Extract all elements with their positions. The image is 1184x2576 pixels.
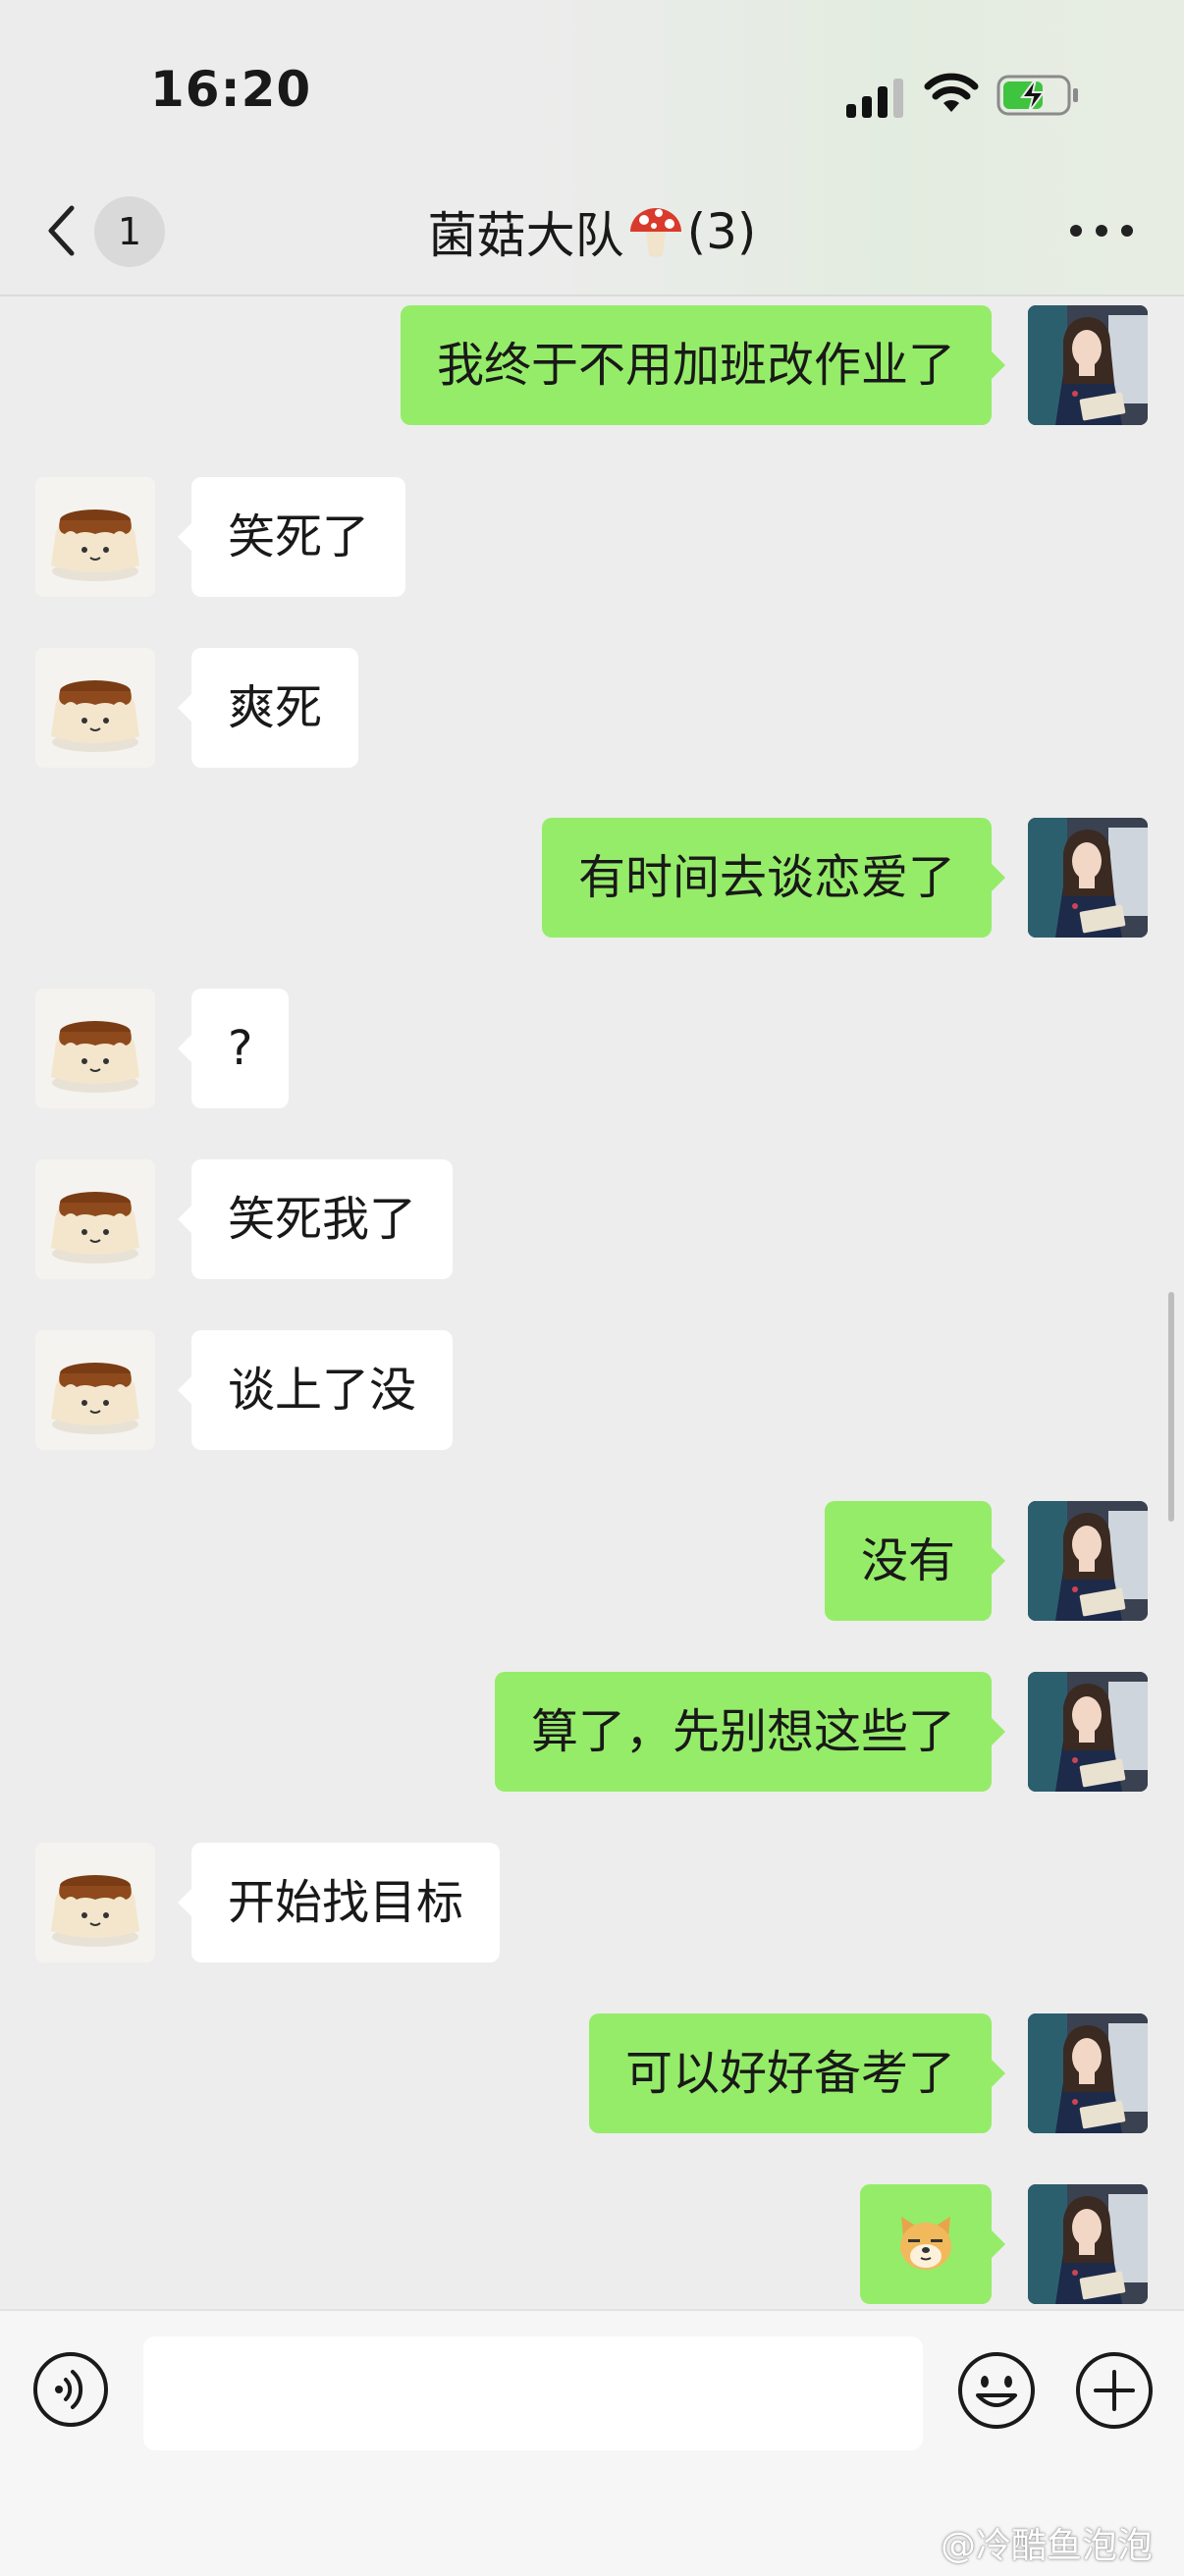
message-bubble[interactable]: 开始找目标 — [177, 1843, 501, 1962]
battery-charging-icon — [996, 75, 1078, 116]
wifi-icon — [924, 73, 979, 112]
message-sent: 我终于不用加班改作业了 — [0, 305, 1184, 425]
message-received: 爽死 — [0, 648, 1184, 768]
message-sent: 有时间去谈恋爱了 — [0, 818, 1184, 938]
doge-emoji-icon — [900, 2217, 951, 2270]
message-received: 开始找目标 — [0, 1843, 1184, 1962]
message-sent — [0, 2184, 1184, 2304]
avatar-self[interactable] — [1028, 1672, 1148, 1792]
scrollbar-thumb[interactable] — [1168, 1292, 1174, 1522]
message-received: 笑死了 — [0, 477, 1184, 597]
message-bubble[interactable]: 谈上了没 — [177, 1330, 454, 1450]
chat-title-name: 菌菇大队 — [427, 207, 624, 264]
message-sent: 算了，先别想这些了 — [0, 1672, 1184, 1792]
voice-icon[interactable] — [31, 2350, 110, 2429]
chevron-left-icon — [48, 205, 75, 256]
message-bubble[interactable]: 可以好好备考了 — [588, 2013, 1006, 2133]
avatar-self[interactable] — [1028, 305, 1148, 425]
plus-icon[interactable] — [1074, 2350, 1155, 2431]
message-bubble[interactable]: 没有 — [824, 1501, 1006, 1621]
more-dot — [1096, 225, 1107, 237]
top-bar: 16:20 1 菌菇大队 (3) — [0, 0, 1184, 295]
cellular-signal-icon — [846, 79, 903, 118]
avatar-pudding[interactable] — [35, 1843, 155, 1962]
message-bubble[interactable]: 笑死了 — [177, 477, 406, 597]
message-bubble[interactable]: 笑死我了 — [177, 1159, 454, 1279]
watermark: @冷酷鱼泡泡 — [941, 2526, 1154, 2566]
message-bubble[interactable]: 爽死 — [177, 648, 359, 768]
chat-title[interactable]: 菌菇大队 (3) — [295, 196, 889, 267]
message-input[interactable] — [143, 2336, 923, 2450]
message-bubble[interactable]: 算了，先别想这些了 — [494, 1672, 1006, 1792]
back-button[interactable] — [41, 196, 81, 265]
message-bubble[interactable]: ? — [177, 989, 290, 1108]
message-bubble[interactable]: 有时间去谈恋爱了 — [541, 818, 1006, 938]
status-time: 16:20 — [150, 61, 312, 118]
more-dot — [1070, 225, 1082, 237]
more-options-button[interactable] — [1070, 216, 1133, 245]
message-received: 谈上了没 — [0, 1330, 1184, 1450]
message-sent: 没有 — [0, 1501, 1184, 1621]
message-bubble-sticker[interactable] — [860, 2184, 1005, 2304]
avatar-pudding[interactable] — [35, 1159, 155, 1279]
avatar-self[interactable] — [1028, 2184, 1148, 2304]
chat-member-count: (3) — [686, 203, 757, 260]
avatar-self[interactable] — [1028, 818, 1148, 938]
message-received: 笑死我了 — [0, 1159, 1184, 1279]
message-list[interactable]: 我终于不用加班改作业了 笑死了 爽死 有时间去谈恋爱了 ? 笑死我了 谈上了没 … — [0, 296, 1184, 2309]
mushroom-icon — [629, 208, 681, 257]
avatar-self[interactable] — [1028, 1501, 1148, 1621]
more-dot — [1121, 225, 1133, 237]
avatar-pudding[interactable] — [35, 989, 155, 1108]
message-sent: 可以好好备考了 — [0, 2013, 1184, 2133]
avatar-self[interactable] — [1028, 2013, 1148, 2133]
message-bubble[interactable]: 我终于不用加班改作业了 — [400, 305, 1006, 425]
avatar-pudding[interactable] — [35, 1330, 155, 1450]
unread-count-badge[interactable]: 1 — [94, 196, 165, 267]
smiley-icon[interactable] — [956, 2350, 1037, 2431]
avatar-pudding[interactable] — [35, 648, 155, 768]
avatar-pudding[interactable] — [35, 477, 155, 597]
message-received: ? — [0, 989, 1184, 1108]
